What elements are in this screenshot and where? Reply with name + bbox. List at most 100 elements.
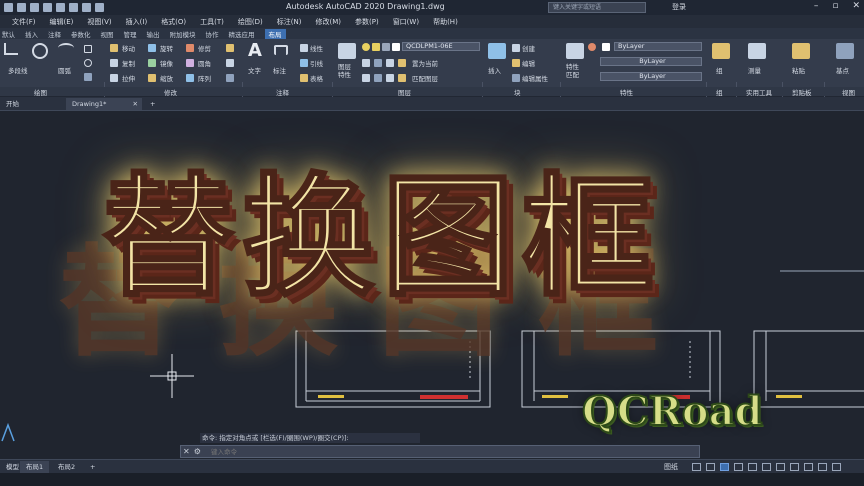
fillet-icon[interactable] — [186, 59, 194, 67]
groups-panel-title[interactable]: 组 — [716, 87, 723, 97]
save-as-icon[interactable] — [56, 3, 65, 12]
group-icon[interactable] — [712, 43, 730, 59]
customize-icon[interactable] — [818, 463, 827, 471]
command-input[interactable] — [211, 447, 691, 457]
move-icon[interactable] — [110, 44, 118, 52]
otrack-icon[interactable] — [762, 463, 771, 471]
match-properties-button[interactable]: 特性 匹配 — [566, 63, 579, 79]
search-input[interactable]: 键入关键字或短语 — [548, 2, 646, 13]
layer-tool-icon[interactable] — [362, 59, 370, 67]
menu-insert[interactable]: 插入(I) — [126, 17, 148, 27]
layer-tool-icon[interactable] — [374, 59, 382, 67]
save-icon[interactable] — [43, 3, 52, 12]
menu-view[interactable]: 视图(V) — [87, 17, 111, 27]
layer-properties-button[interactable]: 图层 特性 — [338, 63, 351, 79]
make-current-button[interactable]: 置为当前 — [412, 58, 438, 68]
tab-insert[interactable]: 插入 — [25, 29, 38, 39]
edit-block-button[interactable]: 编辑 — [522, 58, 535, 68]
copy-icon[interactable] — [110, 59, 118, 67]
layer-properties-icon[interactable] — [338, 43, 356, 59]
menu-window[interactable]: 窗口(W) — [393, 17, 419, 27]
tab-annotate[interactable]: 注释 — [48, 29, 61, 39]
app-menu-icon[interactable] — [4, 3, 13, 12]
menu-format[interactable]: 格式(O) — [161, 17, 186, 27]
minimize-icon[interactable]: – — [814, 1, 819, 11]
tab-collaborate[interactable]: 协作 — [206, 29, 219, 39]
polar-icon[interactable] — [734, 463, 743, 471]
utilities-panel-title[interactable]: 实用工具 — [746, 87, 772, 97]
osnap-icon[interactable] — [748, 463, 757, 471]
layer-tool-icon[interactable] — [386, 74, 394, 82]
lineweight-icon[interactable] — [776, 463, 785, 471]
measure-button[interactable]: 测量 — [748, 65, 761, 75]
table-button[interactable]: 表格 — [310, 73, 323, 83]
dimension-button[interactable]: 标注 — [273, 65, 286, 75]
close-icon[interactable]: ✕ — [183, 447, 190, 456]
snap-icon[interactable] — [706, 463, 715, 471]
layer-tool-icon[interactable] — [398, 59, 406, 67]
annotation-panel-title[interactable]: 注释 — [276, 87, 289, 97]
layer-tool-icon[interactable] — [386, 59, 394, 67]
clipboard-panel-title[interactable]: 剪贴板 — [792, 87, 812, 97]
stretch-icon[interactable] — [110, 74, 118, 82]
insert-block-button[interactable]: 插入 — [488, 65, 501, 75]
copy-button[interactable]: 复制 — [122, 58, 135, 68]
text-button[interactable]: 文字 — [248, 65, 261, 75]
tab-layout1[interactable]: 布局1 — [20, 461, 50, 473]
lineweight-dropdown[interactable]: ByLayer — [600, 72, 702, 81]
scale-icon[interactable] — [148, 74, 156, 82]
edit-attributes-button[interactable]: 编辑属性 — [522, 73, 548, 83]
leader-button[interactable]: 引线 — [310, 58, 323, 68]
add-layout-button[interactable]: + — [84, 461, 101, 473]
rotate-button[interactable]: 旋转 — [160, 43, 173, 53]
layers-panel-title[interactable]: 图层 — [398, 87, 411, 97]
menu-modify[interactable]: 修改(M) — [315, 17, 341, 27]
match-layer-button[interactable]: 匹配图层 — [412, 73, 438, 83]
insert-block-icon[interactable] — [488, 43, 506, 59]
array-button[interactable]: 阵列 — [198, 73, 211, 83]
tab-featured-apps[interactable]: 精选应用 — [229, 29, 255, 39]
color-wheel-icon[interactable] — [588, 43, 596, 51]
create-block-button[interactable]: 创建 — [522, 43, 535, 53]
move-button[interactable]: 移动 — [122, 43, 135, 53]
mirror-icon[interactable] — [148, 59, 156, 67]
linear-icon[interactable] — [300, 44, 308, 52]
ortho-icon[interactable] — [720, 463, 729, 471]
tab-output[interactable]: 输出 — [147, 29, 160, 39]
menu-draw[interactable]: 绘图(D) — [238, 17, 263, 27]
menu-file[interactable]: 文件(F) — [12, 17, 36, 27]
match-properties-icon[interactable] — [566, 43, 584, 59]
maximize-icon[interactable]: ▫ — [832, 1, 838, 11]
offset-icon[interactable] — [226, 74, 234, 82]
view-panel-title[interactable]: 视图 — [842, 87, 855, 97]
polyline-icon[interactable] — [4, 43, 18, 55]
erase-icon[interactable] — [226, 44, 234, 52]
create-block-icon[interactable] — [512, 44, 520, 52]
layer-on-icon[interactable] — [362, 43, 370, 51]
tab-layout[interactable]: 布局 — [264, 28, 286, 39]
drawing-canvas[interactable]: 替换图框 替换图框 QCRoad — [0, 111, 864, 459]
rectangle-icon[interactable] — [84, 45, 92, 53]
base-point-button[interactable]: 基点 — [836, 65, 849, 75]
linear-button[interactable]: 线性 — [310, 43, 323, 53]
layer-lock-icon[interactable] — [382, 43, 390, 51]
text-icon[interactable]: A — [248, 42, 266, 60]
trim-icon[interactable] — [186, 44, 194, 52]
menu-dimension[interactable]: 标注(N) — [277, 17, 302, 27]
stretch-button[interactable]: 拉伸 — [122, 73, 135, 83]
layer-tool-icon[interactable] — [362, 74, 370, 82]
menu-parametric[interactable]: 参数(P) — [355, 17, 379, 27]
color-dropdown[interactable]: ByLayer — [614, 42, 702, 51]
paper-space-toggle[interactable]: 图纸 — [664, 462, 678, 472]
tab-layout2[interactable]: 布局2 — [52, 461, 81, 473]
layer-tool-icon[interactable] — [398, 74, 406, 82]
fillet-button[interactable]: 圆角 — [198, 58, 211, 68]
hatch-icon[interactable] — [84, 73, 92, 81]
edit-block-icon[interactable] — [512, 59, 520, 67]
block-panel-title[interactable]: 块 — [514, 87, 521, 97]
workspace-icon[interactable] — [804, 463, 813, 471]
layer-freeze-icon[interactable] — [372, 43, 380, 51]
menu-icon[interactable] — [832, 463, 841, 471]
layer-tool-icon[interactable] — [374, 74, 382, 82]
close-icon[interactable]: ✕ — [852, 1, 860, 11]
